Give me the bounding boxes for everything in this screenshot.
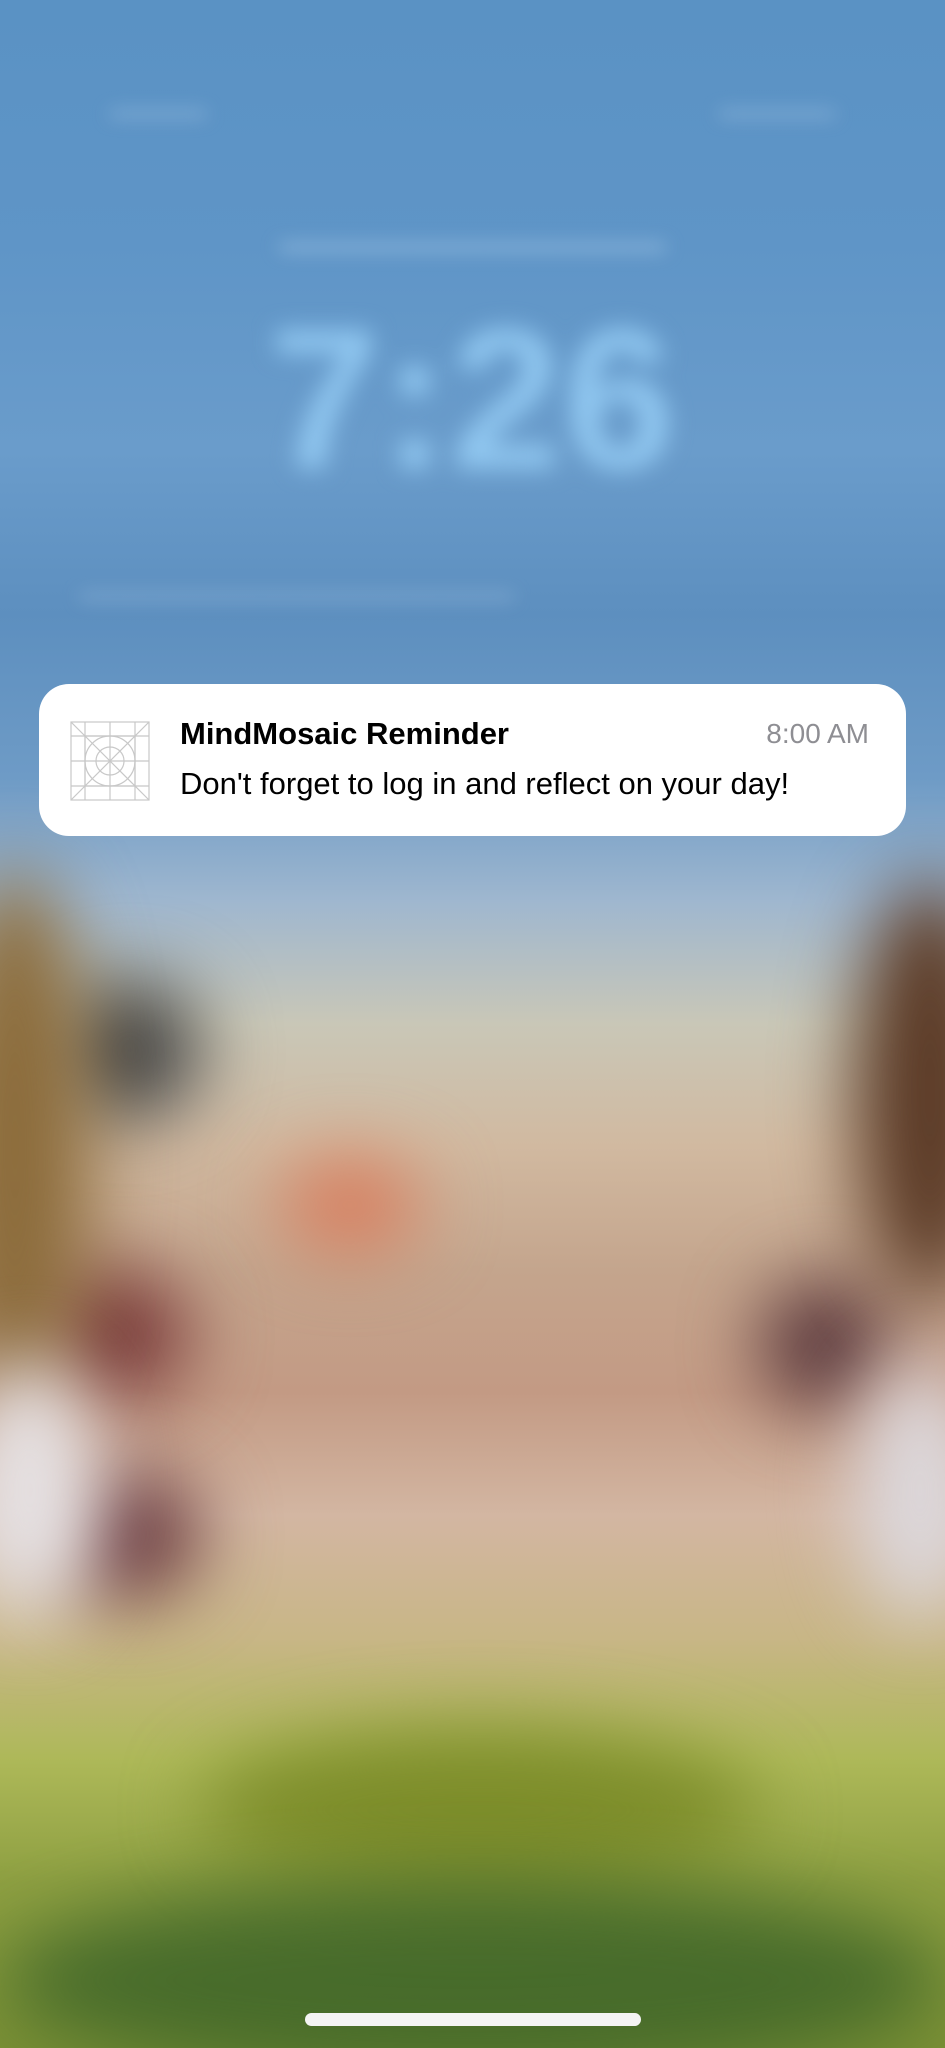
app-icon-placeholder [69, 720, 151, 802]
wallpaper-blob [200, 1730, 760, 1890]
blurred-wallpaper: ━━━━━ ━━━━━━ ━━━━━━━━━━━━━━━━ 7:26 ━━━━━… [0, 0, 945, 2048]
notification-time: 8:00 AM [766, 718, 869, 749]
home-indicator[interactable] [305, 2013, 641, 2026]
lock-screen-clock: 7:26 [268, 288, 677, 511]
wallpaper-blob [855, 880, 945, 1300]
notification-banner[interactable]: MindMosaic Reminder 8:00 AM Don't forget… [39, 684, 906, 836]
wallpaper-blob [280, 1160, 420, 1250]
blurred-date: ━━━━━━━━━━━━━━━━ [279, 226, 666, 270]
blurred-widget-line: ━━━━━━━━━━━━━━━━━━━━━━━━ [80, 581, 514, 614]
blurred-status-left: ━━━━━ [110, 96, 207, 132]
wallpaper-blob [855, 1360, 945, 1620]
wallpaper-blob [760, 1280, 890, 1410]
notification-title: MindMosaic Reminder [180, 716, 509, 751]
notification-body: Don't forget to log in and reflect on yo… [180, 766, 790, 801]
blurred-status-right: ━━━━━━ [719, 96, 835, 132]
